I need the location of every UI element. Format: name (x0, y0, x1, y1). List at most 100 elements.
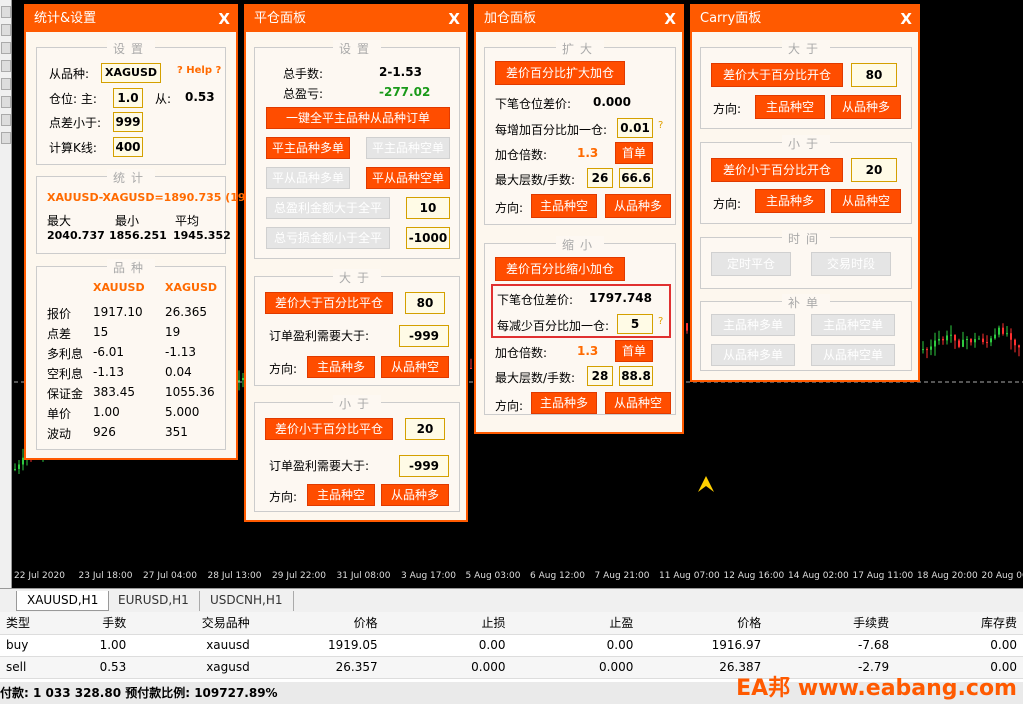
close-all-button[interactable]: 一键全平主品种从品种订单 (266, 107, 450, 129)
from-symbol-input[interactable]: XAGUSD (101, 63, 161, 83)
expand-dir-main-sell-button[interactable]: 主品种空 (531, 194, 597, 218)
toolbar-button[interactable] (1, 42, 11, 54)
next-diff-label: 下笔仓位差价: (495, 97, 572, 111)
close-icon[interactable]: X (218, 6, 230, 32)
time-tick-label: 7 Aug 21:00 (594, 571, 650, 581)
supp-main-buy-button[interactable]: 主品种多单 (711, 314, 795, 336)
column-header[interactable]: 手续费 (767, 612, 896, 635)
direction-label: 方向: (495, 201, 524, 215)
close-lt-dir-main-sell-button[interactable]: 主品种空 (307, 484, 375, 506)
column-header[interactable]: 止盈 (511, 612, 640, 635)
spread-limit-input[interactable]: 999 (113, 112, 143, 132)
column-header[interactable]: 交易品种 (132, 612, 256, 635)
shrink-dir-from-sell-button[interactable]: 从品种空 (605, 392, 671, 414)
time-tick-label: 20 Aug 06:00 (981, 571, 1023, 581)
carry-lt-open-button[interactable]: 差价小于百分比开仓 (711, 158, 843, 182)
time-tick-label: 11 Aug 07:00 (659, 571, 720, 581)
close-lt-input[interactable]: 20 (405, 418, 445, 440)
supp-from-buy-button[interactable]: 从品种多单 (711, 344, 795, 366)
close-gt-input[interactable]: 80 (405, 292, 445, 314)
column-header[interactable]: 库存费 (895, 612, 1023, 635)
timed-close-button[interactable]: 定时平仓 (711, 252, 791, 276)
carry-gt-input[interactable]: 80 (851, 63, 897, 87)
close-from-sell-button[interactable]: 平从品种空单 (366, 167, 450, 189)
candle-body (982, 338, 984, 343)
toolbar-button[interactable] (1, 6, 11, 18)
table-cell: 0.000 (383, 656, 512, 679)
time-tick-label: 27 Jul 04:00 (143, 571, 197, 581)
profit-gt-input[interactable]: 10 (406, 197, 450, 219)
close-gt-button[interactable]: 差价大于百分比平仓 (265, 292, 393, 314)
close-from-buy-button[interactable]: 平从品种多单 (266, 167, 350, 189)
per-sub-input[interactable]: 5 (617, 314, 653, 334)
max-layers-input[interactable]: 28 (587, 366, 613, 386)
help-link[interactable]: ? Help ? (177, 65, 221, 76)
close-lt-profit-input[interactable]: -999 (399, 455, 449, 477)
close-gt-profit-input[interactable]: -999 (399, 325, 449, 347)
per-add-input[interactable]: 0.01 (617, 118, 653, 138)
position-main-input[interactable]: 1.0 (113, 88, 143, 108)
table-row[interactable]: buy 1.00 xauusd 1919.05 0.00 0.00 1916.97 -7.68… (0, 634, 1023, 657)
column-header[interactable]: 止损 (383, 612, 512, 635)
loss-lt-close-button[interactable]: 总亏损金额小于全平 (266, 227, 390, 249)
close-gt-dir-from-sell-button[interactable]: 从品种空 (381, 356, 449, 378)
max-lots-input[interactable]: 88.8 (619, 366, 653, 386)
toolbar-button[interactable] (1, 24, 11, 36)
symbol-2-value: -1.13 (165, 345, 197, 359)
max-layers-label: 最大层数/手数: (495, 371, 576, 385)
trade-period-button[interactable]: 交易时段 (811, 252, 891, 276)
close-icon[interactable]: X (664, 6, 676, 32)
carry-gt-dir-from-buy-button[interactable]: 从品种多 (831, 95, 901, 119)
loss-lt-input[interactable]: -1000 (406, 227, 450, 249)
supp-from-sell-button[interactable]: 从品种空单 (811, 344, 895, 366)
chart-tab[interactable]: XAUUSD,H1 (16, 591, 110, 611)
panel-title: 统计&设置 X (26, 6, 236, 32)
carry-gt-box: 大于 差价大于百分比开仓 80 方向: 主品种空 从品种多 (700, 40, 912, 129)
toolbar-button[interactable] (1, 132, 11, 144)
shrink-add-button[interactable]: 差价百分比缩小加仓 (495, 257, 625, 281)
candle-body (926, 349, 928, 351)
shrink-dir-main-buy-button[interactable]: 主品种多 (531, 392, 597, 414)
toolbar-button[interactable] (1, 114, 11, 126)
carry-lt-dir-main-buy-button[interactable]: 主品种多 (755, 189, 825, 213)
candle-body (954, 334, 956, 341)
help-icon[interactable]: ? (658, 316, 663, 327)
help-icon[interactable]: ? (658, 120, 663, 131)
first-order-button[interactable]: 首单 (615, 142, 653, 164)
time-tick-label: 22 Jul 2020 (14, 571, 65, 581)
close-icon[interactable]: X (448, 6, 460, 32)
close-lt-dir-from-buy-button[interactable]: 从品种多 (381, 484, 449, 506)
first-order-button[interactable]: 首单 (615, 340, 653, 362)
close-gt-dir-main-buy-button[interactable]: 主品种多 (307, 356, 375, 378)
chart-tab[interactable]: USDCNH,H1 (200, 591, 294, 611)
chart-tab[interactable]: EURUSD,H1 (108, 591, 200, 611)
column-header[interactable]: 类型 (0, 612, 45, 635)
toolbar-button[interactable] (1, 78, 11, 90)
profit-gt-close-button[interactable]: 总盈利金额大于全平 (266, 197, 390, 219)
carry-lt-dir-from-sell-button[interactable]: 从品种空 (831, 189, 901, 213)
symbol-1-value: -6.01 (93, 345, 125, 359)
supp-main-sell-button[interactable]: 主品种空单 (811, 314, 895, 336)
carry-gt-open-button[interactable]: 差价大于百分比开仓 (711, 63, 843, 87)
close-lt-profit-label: 订单盈利需要大于: (269, 459, 370, 473)
close-lt-button[interactable]: 差价小于百分比平仓 (265, 418, 393, 440)
kline-count-input[interactable]: 400 (113, 137, 143, 157)
close-main-buy-button[interactable]: 平主品种多单 (266, 137, 350, 159)
expand-dir-from-buy-button[interactable]: 从品种多 (605, 194, 671, 218)
close-main-sell-button[interactable]: 平主品种空单 (366, 137, 450, 159)
column-header[interactable]: 价格 (639, 612, 768, 635)
max-lots-input[interactable]: 66.6 (619, 168, 653, 188)
carry-lt-input[interactable]: 20 (851, 158, 897, 182)
column-header[interactable]: 价格 (255, 612, 384, 635)
column-header[interactable]: 手数 (44, 612, 133, 635)
panel-title: 加仓面板 X (476, 6, 682, 32)
expand-add-button[interactable]: 差价百分比扩大加仓 (495, 61, 625, 85)
table-cell: 0.00 (895, 634, 1023, 657)
candle-body (970, 339, 972, 343)
box-legend: 小于 (781, 135, 831, 152)
max-layers-input[interactable]: 26 (587, 168, 613, 188)
carry-gt-dir-main-sell-button[interactable]: 主品种空 (755, 95, 825, 119)
toolbar-button[interactable] (1, 96, 11, 108)
close-icon[interactable]: X (900, 6, 912, 32)
toolbar-button[interactable] (1, 60, 11, 72)
